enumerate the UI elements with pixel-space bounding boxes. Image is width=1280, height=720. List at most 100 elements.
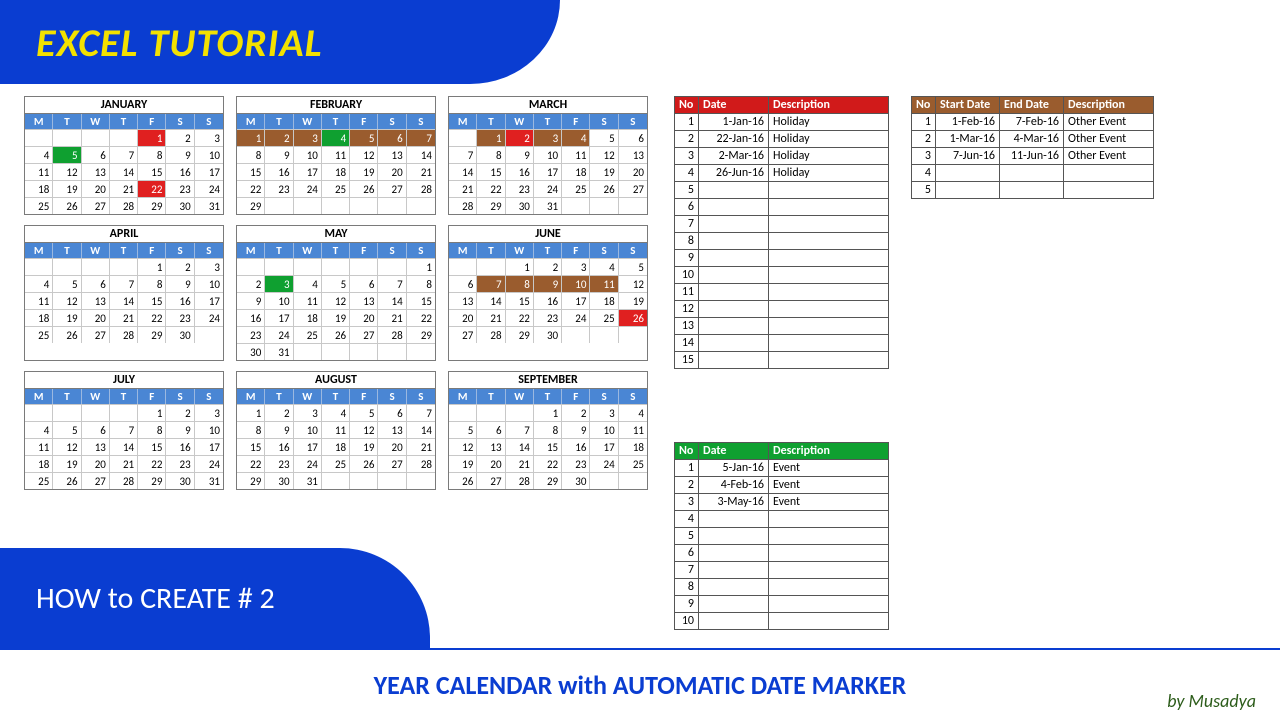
table-cell: 6: [675, 545, 699, 562]
day-cell: 16: [506, 163, 534, 180]
day-cell: 13: [378, 146, 406, 163]
day-cell: 10: [195, 421, 223, 438]
dow-cell: W: [294, 389, 322, 404]
day-cell: 11: [590, 275, 618, 292]
day-cell: 1: [407, 258, 435, 275]
dow-cell: T: [110, 243, 138, 258]
day-cell: 1: [506, 258, 534, 275]
day-cell: [53, 129, 81, 146]
day-cell: 12: [53, 292, 81, 309]
day-cell: 7: [378, 275, 406, 292]
dow-cell: F: [138, 243, 166, 258]
day-cell: 4: [322, 129, 350, 146]
day-cell: 30: [562, 472, 590, 489]
day-cell: 7: [407, 129, 435, 146]
table-cell: 14: [675, 335, 699, 352]
day-cell: [25, 258, 53, 275]
table-cell: 3: [675, 148, 699, 165]
dow-cell: S: [195, 114, 223, 129]
day-cell: 22: [237, 455, 265, 472]
day-cell: 12: [619, 275, 647, 292]
table-row: 5: [675, 528, 889, 545]
table-cell: Other Event: [1064, 131, 1154, 148]
table-header: Date: [699, 443, 769, 460]
day-cell: 29: [138, 472, 166, 489]
table-row: 9: [675, 250, 889, 267]
table-row: 9: [675, 596, 889, 613]
table-row: 15: [675, 352, 889, 369]
table-row: 33-May-16Event: [675, 494, 889, 511]
table-cell: Other Event: [1064, 114, 1154, 131]
day-cell: 27: [619, 180, 647, 197]
table-row: 5: [675, 182, 889, 199]
day-cell: 29: [237, 197, 265, 214]
day-cell: 9: [562, 421, 590, 438]
table-cell: Holiday: [769, 165, 889, 182]
day-cell: 28: [477, 326, 505, 343]
day-cell: [477, 404, 505, 421]
day-cell: 30: [534, 326, 562, 343]
day-cell: [53, 404, 81, 421]
day-cell: 18: [322, 163, 350, 180]
table-cell: Event: [769, 494, 889, 511]
day-cell: 21: [378, 309, 406, 326]
dow-cell: F: [350, 114, 378, 129]
table-row: 11-Feb-167-Feb-16Other Event: [912, 114, 1154, 131]
day-cell: 18: [25, 455, 53, 472]
table-cell: 11-Jun-16: [1000, 148, 1064, 165]
day-cell: 25: [619, 455, 647, 472]
table-cell: 3-May-16: [699, 494, 769, 511]
dow-cell: S: [378, 114, 406, 129]
table-row: 8: [675, 233, 889, 250]
day-cell: 18: [322, 438, 350, 455]
day-cell: [407, 472, 435, 489]
day-cell: 12: [350, 146, 378, 163]
day-cell: 20: [378, 163, 406, 180]
dow-cell: W: [506, 114, 534, 129]
day-cell: [407, 343, 435, 360]
month-name: SEPTEMBER: [449, 372, 647, 389]
table-cell: [936, 165, 1000, 182]
table-row: 13: [675, 318, 889, 335]
day-cell: 15: [237, 438, 265, 455]
day-cell: 30: [265, 472, 293, 489]
day-cell: 14: [110, 163, 138, 180]
table-cell: [699, 250, 769, 267]
day-cell: 29: [477, 197, 505, 214]
day-cell: 7: [477, 275, 505, 292]
day-cell: 2: [237, 275, 265, 292]
day-cell: 1: [138, 258, 166, 275]
day-cell: 23: [166, 455, 194, 472]
dow-cell: S: [407, 243, 435, 258]
day-cell: [477, 258, 505, 275]
dow-cell: T: [265, 243, 293, 258]
dow-cell: F: [138, 114, 166, 129]
table-cell: 11: [675, 284, 699, 301]
day-cell: 26: [449, 472, 477, 489]
day-cell: [322, 258, 350, 275]
table-cell: Holiday: [769, 131, 889, 148]
table-row: 10: [675, 613, 889, 630]
dow-cell: M: [449, 389, 477, 404]
dow-cell: W: [294, 114, 322, 129]
day-cell: 23: [265, 180, 293, 197]
day-cell: 8: [407, 275, 435, 292]
table-header: Description: [769, 443, 889, 460]
day-cell: 15: [237, 163, 265, 180]
table-row: 222-Jan-16Holiday: [675, 131, 889, 148]
dow-cell: T: [534, 243, 562, 258]
day-cell: 3: [265, 275, 293, 292]
day-cell: 24: [265, 326, 293, 343]
dow-cell: S: [619, 243, 647, 258]
day-cell: [322, 197, 350, 214]
day-cell: 7: [449, 146, 477, 163]
table-cell: [769, 216, 889, 233]
dow-cell: W: [82, 389, 110, 404]
day-cell: 18: [294, 309, 322, 326]
day-cell: 8: [506, 275, 534, 292]
day-cell: 25: [322, 180, 350, 197]
day-cell: 17: [534, 163, 562, 180]
day-cell: 27: [350, 326, 378, 343]
table-cell: 1-Feb-16: [936, 114, 1000, 131]
day-cell: 26: [350, 180, 378, 197]
